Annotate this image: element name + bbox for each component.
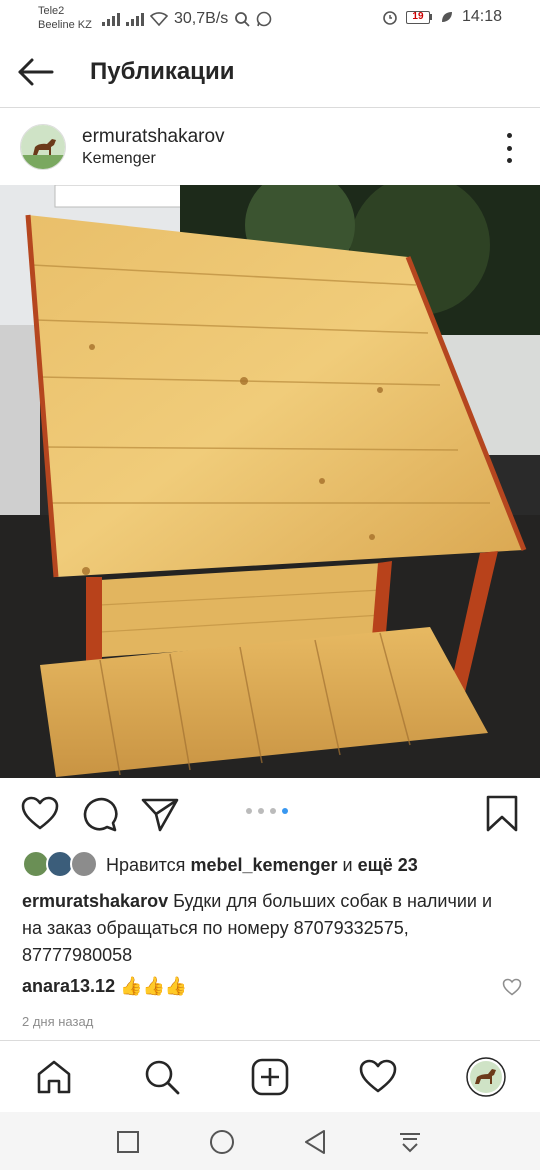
- dot: [506, 145, 512, 151]
- search-icon: [145, 1060, 180, 1095]
- page-title: Публикации: [90, 58, 235, 85]
- clock: 14:18: [461, 8, 502, 25]
- bottom-tab-bar: [0, 1040, 540, 1112]
- comment-text: 👍👍👍: [115, 976, 188, 996]
- bookmark-icon: [486, 795, 518, 832]
- paper-plane-icon: [141, 798, 179, 832]
- dot: [506, 158, 512, 163]
- signal-icon: [102, 12, 120, 26]
- leaf-icon: [441, 12, 452, 22]
- circle-icon: [210, 1130, 234, 1154]
- status-left-icons: 30,7B/s: [102, 10, 272, 28]
- recent-apps-button[interactable]: [114, 1128, 142, 1156]
- comment-row: anara13.12 👍👍👍: [22, 976, 522, 1006]
- comment-icon: [83, 797, 118, 832]
- caption-author[interactable]: ermuratshakarov: [22, 891, 168, 911]
- avatar: [70, 850, 98, 878]
- post-time: 2 дня назад: [22, 1014, 94, 1029]
- comment-author[interactable]: anara13.12: [22, 976, 115, 996]
- comment-button[interactable]: [80, 794, 120, 834]
- carousel-dot: [258, 808, 264, 814]
- back-system-button[interactable]: [302, 1128, 330, 1156]
- arrow-left-icon: [18, 58, 54, 86]
- heart-icon: [502, 978, 522, 996]
- tab-new-post[interactable]: [250, 1057, 290, 1097]
- pull-down-icon: [400, 1133, 420, 1153]
- carousel-dot-active: [282, 808, 288, 814]
- horse-avatar-icon: [466, 1057, 506, 1097]
- carrier-names: Tele2 Beeline KZ: [38, 4, 92, 32]
- carousel-indicator: [246, 808, 288, 814]
- whatsapp-icon: [256, 11, 272, 27]
- likes-prefix: Нравится: [106, 854, 191, 875]
- status-right-icons: 19 14:18: [382, 8, 502, 26]
- likes-text: Нравится mebel_kemenger и ещё 23: [106, 855, 418, 876]
- carousel-dot: [270, 808, 276, 814]
- likes-row[interactable]: Нравится mebel_kemenger и ещё 23: [22, 848, 522, 882]
- heart-icon: [359, 1059, 397, 1093]
- home-icon: [37, 1060, 71, 1094]
- dot: [506, 133, 512, 138]
- wifi-icon: [150, 12, 168, 26]
- avatar[interactable]: [20, 124, 66, 170]
- post-location[interactable]: Kemenger: [82, 150, 156, 168]
- alarm-icon: [383, 11, 397, 25]
- likes-others-count[interactable]: ещё 23: [358, 855, 418, 875]
- carousel-dot: [246, 808, 252, 814]
- tab-search[interactable]: [142, 1057, 182, 1097]
- more-options-button[interactable]: [502, 133, 516, 163]
- post-header: ermuratshakarov Kemenger: [0, 109, 540, 185]
- post-username[interactable]: ermuratshakarov: [82, 126, 225, 148]
- notifications-pull-button[interactable]: [396, 1128, 424, 1156]
- app-header: Публикации: [0, 36, 540, 108]
- back-button[interactable]: [16, 56, 56, 88]
- system-navigation-bar: [0, 1112, 540, 1170]
- battery-level: 19: [405, 10, 430, 24]
- heart-icon: [21, 796, 59, 830]
- liker-username[interactable]: mebel_kemenger: [190, 855, 337, 875]
- liker-avatars: [22, 850, 100, 880]
- add-post-icon: [251, 1058, 289, 1096]
- status-bar: Tele2 Beeline KZ 30,7B/s 19 14:18: [0, 0, 540, 36]
- tab-home[interactable]: [34, 1057, 74, 1097]
- signal-icon: [126, 12, 144, 26]
- square-icon: [117, 1131, 139, 1153]
- post-caption: ermuratshakarov Будки для больших собак …: [22, 888, 492, 969]
- save-button[interactable]: [482, 794, 522, 834]
- tab-activity[interactable]: [358, 1057, 398, 1097]
- search-icon: [235, 12, 250, 27]
- horse-avatar-icon: [21, 125, 65, 169]
- likes-conjunction: и: [337, 854, 358, 875]
- network-speed: 30,7B/s: [174, 10, 229, 27]
- share-button[interactable]: [140, 794, 180, 834]
- post-actions: [0, 778, 540, 848]
- post-photo[interactable]: [0, 185, 540, 778]
- comment-like-button[interactable]: [502, 978, 522, 996]
- like-button[interactable]: [20, 794, 60, 834]
- triangle-back-icon: [305, 1130, 325, 1154]
- tab-profile[interactable]: [466, 1057, 506, 1097]
- home-system-button[interactable]: [208, 1128, 236, 1156]
- carrier-2: Beeline KZ: [38, 19, 92, 31]
- dog-house-photo: [0, 185, 540, 778]
- carrier-1: Tele2: [38, 5, 65, 17]
- battery-icon: 19: [405, 10, 432, 24]
